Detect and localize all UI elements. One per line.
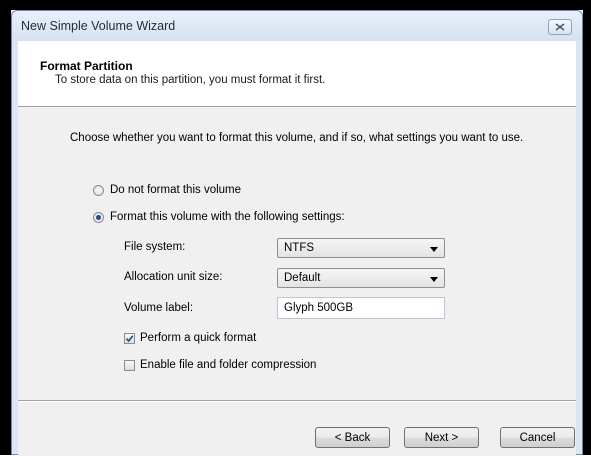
screen-border-top bbox=[0, 0, 591, 10]
close-icon bbox=[555, 23, 565, 31]
chevron-down-icon bbox=[430, 277, 438, 282]
radio-format[interactable]: Format this volume with the following se… bbox=[93, 211, 345, 223]
allocation-unit-select[interactable]: Default bbox=[277, 268, 445, 288]
title-bar[interactable]: New Simple Volume Wizard bbox=[12, 11, 582, 41]
compression-checkbox[interactable] bbox=[124, 359, 135, 371]
quick-format-label[interactable]: Perform a quick format bbox=[140, 332, 256, 344]
window-title: New Simple Volume Wizard bbox=[21, 19, 176, 33]
page-subtitle: To store data on this partition, you mus… bbox=[55, 74, 326, 86]
wizard-client-area: Format Partition To store data on this p… bbox=[18, 41, 576, 456]
radio-format-label[interactable]: Format this volume with the following se… bbox=[110, 211, 345, 223]
radio-no-format-label[interactable]: Do not format this volume bbox=[110, 184, 241, 196]
close-button[interactable] bbox=[548, 19, 572, 35]
screen-border-left bbox=[0, 0, 11, 455]
compression-option[interactable]: Enable file and folder compression bbox=[124, 359, 316, 371]
wizard-header: Format Partition To store data on this p… bbox=[18, 41, 576, 107]
instructions-text: Choose whether you want to format this v… bbox=[70, 132, 524, 144]
volume-label-value: Glyph 500GB bbox=[284, 302, 354, 314]
radio-no-format-button[interactable] bbox=[93, 184, 104, 196]
volume-label-input[interactable]: Glyph 500GB bbox=[277, 297, 445, 319]
quick-format-option[interactable]: Perform a quick format bbox=[124, 332, 256, 344]
radio-no-format[interactable]: Do not format this volume bbox=[93, 184, 241, 196]
allocation-unit-label: Allocation unit size: bbox=[124, 271, 223, 283]
cancel-button[interactable]: Cancel bbox=[500, 427, 575, 448]
file-system-label: File system: bbox=[124, 241, 186, 253]
wizard-window: New Simple Volume Wizard Format Partitio… bbox=[11, 10, 583, 456]
quick-format-checkbox[interactable] bbox=[124, 332, 135, 344]
volume-label-label: Volume label: bbox=[124, 302, 194, 314]
file-system-select[interactable]: NTFS bbox=[277, 238, 445, 258]
back-button[interactable]: < Back bbox=[315, 427, 390, 448]
file-system-value: NTFS bbox=[284, 242, 315, 254]
screen-border-right bbox=[583, 0, 591, 455]
compression-label[interactable]: Enable file and folder compression bbox=[140, 359, 316, 371]
next-button[interactable]: Next > bbox=[404, 427, 479, 448]
radio-format-button[interactable] bbox=[93, 211, 104, 223]
allocation-unit-value: Default bbox=[284, 272, 321, 284]
page-title: Format Partition bbox=[40, 59, 133, 73]
radio-selected-dot bbox=[96, 214, 101, 220]
chevron-down-icon bbox=[430, 247, 438, 252]
footer-separator bbox=[18, 400, 576, 402]
checkmark-icon bbox=[125, 334, 134, 342]
